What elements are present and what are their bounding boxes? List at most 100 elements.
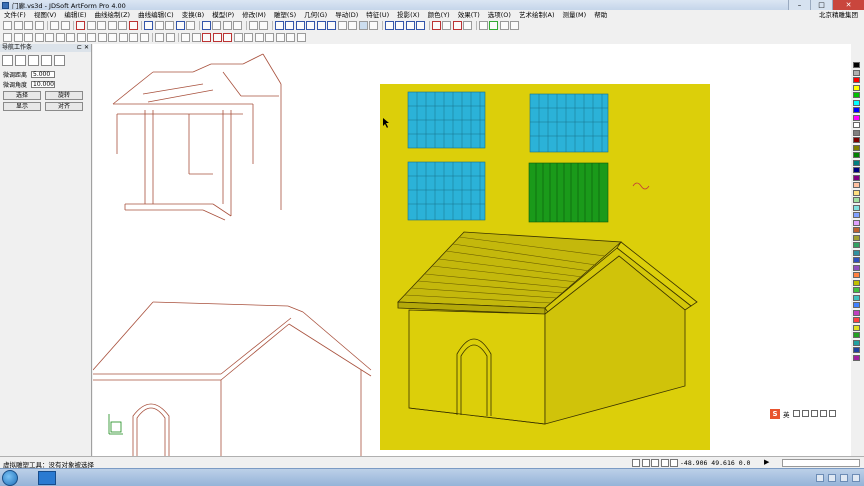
palette-swatch[interactable] (853, 77, 860, 83)
menu-effect[interactable]: 效果(T) (454, 10, 484, 20)
layer-icon[interactable] (144, 21, 153, 30)
menu-curve-edit[interactable]: 曲线编辑(C) (134, 10, 178, 20)
palette-swatch[interactable] (853, 287, 860, 293)
palette-swatch[interactable] (853, 137, 860, 143)
line-tool-icon[interactable] (274, 21, 284, 30)
view-front-icon[interactable] (212, 21, 221, 30)
tool-icon[interactable] (463, 21, 472, 30)
curve-icon[interactable] (34, 33, 44, 42)
material-icon[interactable] (499, 21, 509, 30)
line-icon[interactable] (13, 33, 23, 42)
palette-swatch[interactable] (853, 317, 860, 323)
grid-icon[interactable] (129, 33, 138, 42)
cut-icon[interactable] (86, 21, 96, 30)
dot-icon[interactable] (165, 33, 175, 42)
undo-icon[interactable] (50, 21, 59, 30)
menu-model[interactable]: 模型(P) (208, 10, 238, 20)
open-file-icon[interactable] (13, 21, 23, 30)
ime-keyboard-icon[interactable] (810, 410, 818, 417)
copy-icon[interactable] (97, 21, 106, 30)
palette-icon[interactable] (510, 21, 519, 30)
tile-swatch-blue-2[interactable] (529, 93, 609, 153)
rotate-button[interactable]: 旋转 (45, 91, 83, 100)
tray-volume-icon[interactable] (828, 474, 836, 482)
viewport-drawing[interactable] (93, 44, 851, 456)
polyline-icon[interactable] (24, 33, 33, 42)
tile-swatch-blue-3[interactable] (407, 161, 486, 221)
palette-swatch[interactable] (853, 129, 860, 136)
palette-swatch[interactable] (853, 279, 860, 286)
rectangle-icon[interactable] (76, 33, 86, 42)
ime-mic-icon[interactable] (801, 410, 809, 417)
new-file-icon[interactable] (3, 21, 12, 30)
eye-back-icon[interactable] (405, 21, 415, 30)
nav-rotate-icon[interactable] (41, 55, 52, 66)
grid-snap-icon[interactable] (358, 21, 368, 30)
ime-mode[interactable]: 英 (783, 409, 790, 419)
vertical-tool-icon[interactable] (316, 21, 326, 30)
palette-swatch[interactable] (853, 182, 860, 188)
move-3d-icon[interactable] (431, 21, 441, 30)
menu-sweep[interactable]: 导动(D) (331, 10, 362, 20)
fine-distance-input[interactable]: 5.000 (31, 71, 55, 78)
menu-measure[interactable]: 测量(M) (559, 10, 591, 20)
arrow-both-icon[interactable] (248, 21, 258, 30)
palette-swatch[interactable] (853, 92, 860, 98)
palette-swatch[interactable] (853, 122, 860, 128)
fillet-icon[interactable] (223, 33, 232, 42)
menu-geometry[interactable]: 几何(G) (300, 10, 331, 20)
rotate-3d-icon[interactable] (442, 21, 451, 30)
ime-logo-icon[interactable]: S (770, 408, 780, 419)
tray-ime-icon[interactable] (852, 474, 860, 482)
model-viewport[interactable] (380, 84, 710, 450)
palette-swatch[interactable] (853, 197, 860, 203)
text-icon[interactable] (108, 33, 117, 42)
print-icon[interactable] (34, 21, 44, 30)
menu-feature[interactable]: 特征(U) (362, 10, 393, 20)
reverse-icon[interactable] (275, 33, 285, 42)
star-icon[interactable] (97, 33, 107, 42)
palette-swatch[interactable] (853, 309, 860, 316)
fine-angle-input[interactable]: 10.000 (31, 81, 55, 88)
palette-swatch[interactable] (853, 167, 860, 173)
palette-swatch[interactable] (853, 204, 860, 211)
display-button[interactable]: 显示 (3, 102, 41, 111)
palette-swatch[interactable] (853, 62, 860, 68)
snap-icon[interactable] (337, 21, 347, 30)
menu-transform[interactable]: 变换(B) (178, 10, 209, 20)
palette-swatch[interactable] (853, 294, 860, 301)
menu-modify[interactable]: 修改(M) (238, 10, 270, 20)
palette-swatch[interactable] (853, 189, 860, 196)
panel-pin-close[interactable]: ⊏ ✕ (77, 44, 89, 52)
ring-icon[interactable] (155, 33, 164, 42)
palette-swatch[interactable] (853, 339, 860, 346)
tray-flag-icon[interactable] (840, 474, 848, 482)
palette-swatch[interactable] (853, 107, 860, 113)
view-side-icon[interactable] (233, 21, 242, 30)
palette-swatch[interactable] (853, 219, 860, 226)
shade-icon[interactable] (478, 21, 488, 30)
arc-icon[interactable] (45, 33, 54, 42)
redo-icon[interactable] (60, 21, 70, 30)
palette-swatch[interactable] (853, 84, 860, 91)
mirror-icon[interactable] (128, 21, 138, 30)
node-edit-icon[interactable] (265, 33, 274, 42)
palette-swatch[interactable] (853, 99, 860, 106)
menu-file[interactable]: 文件(F) (0, 10, 30, 20)
palette-swatch[interactable] (853, 69, 860, 76)
tray-network-icon[interactable] (816, 474, 824, 482)
menu-color[interactable]: 颜色(Y) (424, 10, 454, 20)
explode-icon[interactable] (296, 33, 306, 42)
palette-swatch[interactable] (853, 332, 860, 338)
cross-tool-icon[interactable] (306, 21, 315, 30)
sculpt-icon[interactable] (15, 55, 26, 66)
paste-icon[interactable] (107, 21, 117, 30)
render-icon[interactable] (186, 21, 195, 30)
align-button[interactable]: 对齐 (45, 102, 83, 111)
menu-curve-draw[interactable]: 曲线绘制(Z) (91, 10, 135, 20)
palette-swatch[interactable] (853, 227, 860, 233)
palette-swatch[interactable] (853, 159, 860, 166)
palette-swatch[interactable] (853, 144, 860, 151)
save-icon[interactable] (24, 21, 33, 30)
close-curve-icon[interactable] (286, 33, 295, 42)
